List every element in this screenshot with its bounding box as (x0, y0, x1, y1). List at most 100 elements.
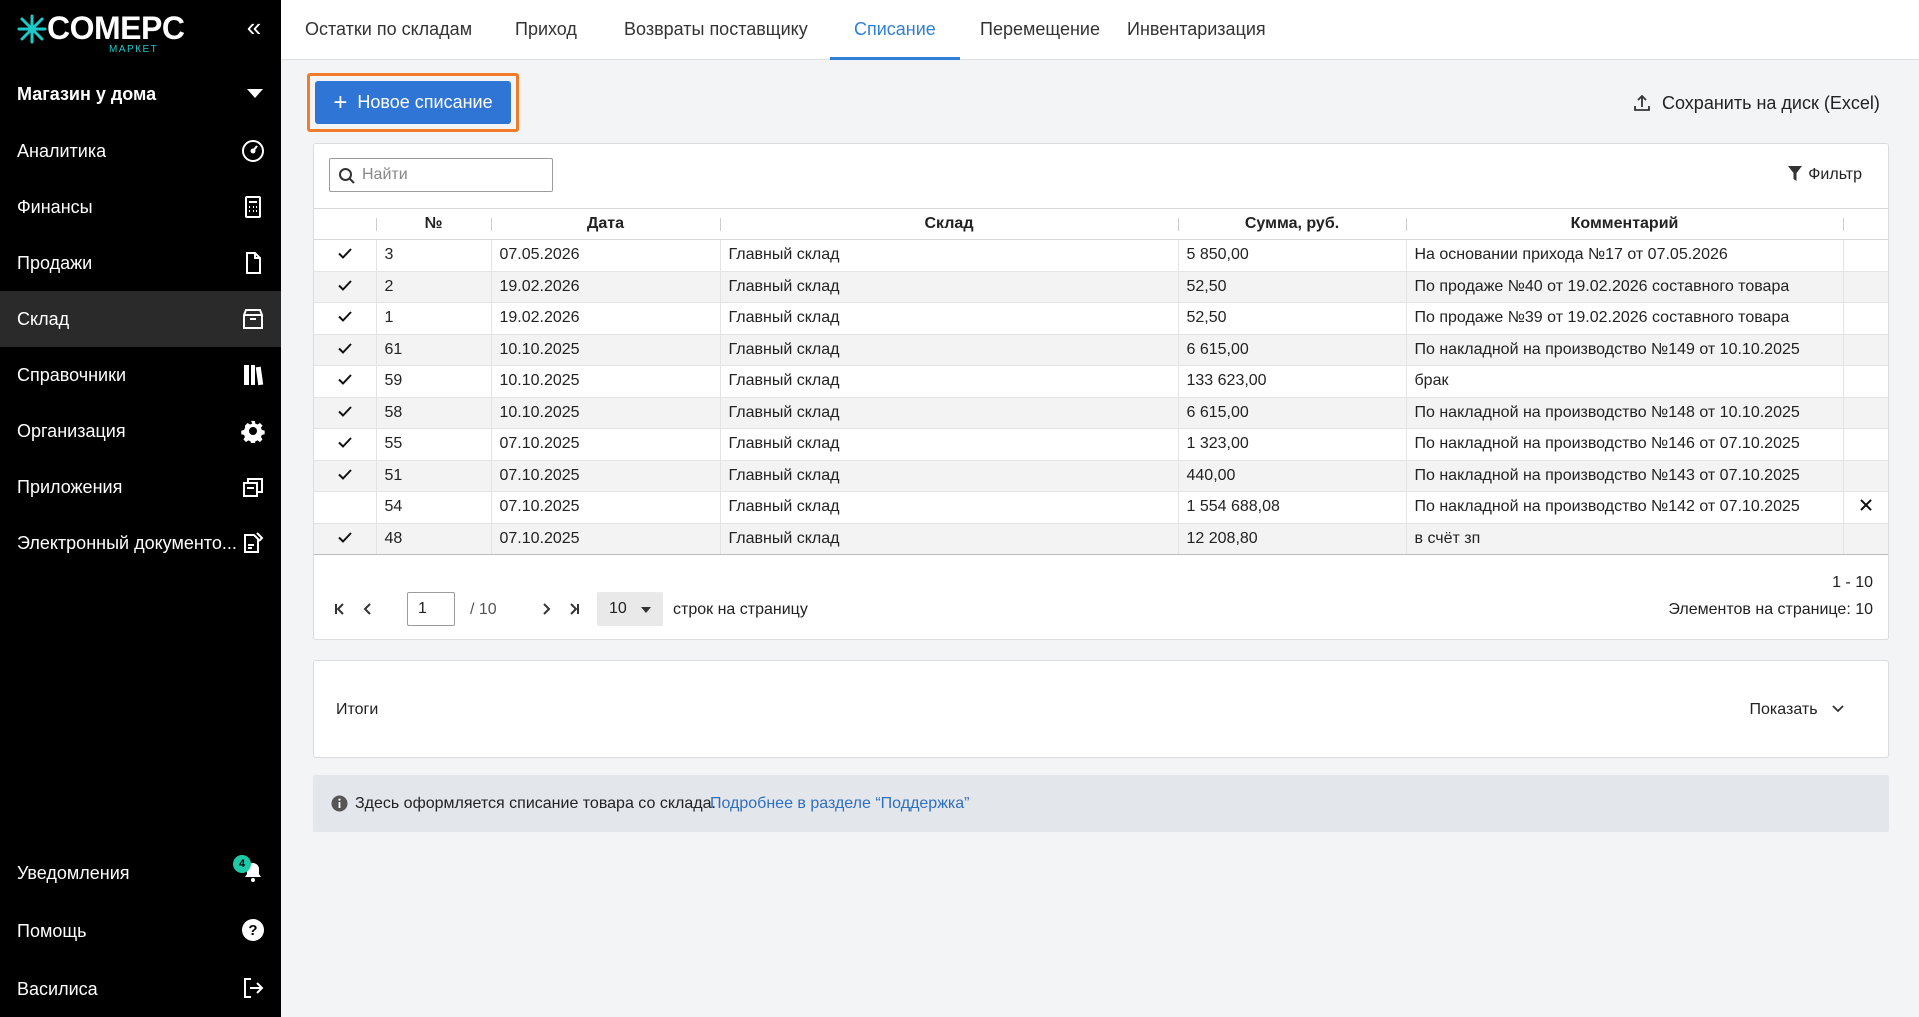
comment-cell: По накладной на производство №143 от 07.… (1406, 460, 1844, 492)
status-check-cell (314, 491, 377, 524)
sidebar-item-user[interactable]: Василиса (0, 960, 281, 1017)
sidebar-nav: Аналитика Финансы Продажи Склад Справочн… (0, 123, 281, 571)
number-cell: 54 (376, 491, 492, 524)
tab-stock-balances[interactable]: Остатки по складам (281, 0, 496, 60)
collapse-sidebar-button[interactable]: « (240, 14, 268, 42)
warehouse-cell: Главный склад (720, 428, 1179, 461)
sidebar-item-warehouse[interactable]: Склад (0, 291, 281, 347)
export-label: Сохранить на диск (Excel) (1662, 93, 1880, 113)
filter-button[interactable]: Фильтр (1788, 166, 1862, 184)
page-size-select[interactable]: 10 (597, 592, 663, 626)
tab-transfer[interactable]: Перемещение (956, 0, 1124, 60)
sidebar-item-finance[interactable]: Финансы (0, 179, 281, 235)
check-icon (338, 372, 352, 389)
table-row[interactable]: 54 07.10.2025 Главный склад 1 554 688,08 По … (314, 491, 1888, 524)
date-cell: 07.10.2025 (491, 428, 721, 461)
column-header-date[interactable]: Дата (491, 208, 720, 240)
sum-cell: 6 615,00 (1178, 397, 1407, 429)
write-off-table: № Дата Склад Сумма, руб. Комментарий 3 07… (314, 208, 1888, 555)
comment-cell: По накладной на производство №146 от 07.… (1406, 428, 1844, 461)
number-cell: 1 (376, 302, 492, 335)
document-icon (246, 252, 261, 274)
check-icon (338, 435, 352, 452)
date-cell: 07.05.2026 (491, 239, 721, 272)
store-selector[interactable]: Магазин у дома (0, 70, 281, 118)
table-row[interactable]: 61 10.10.2025 Главный склад 6 615,00 По накл… (314, 334, 1888, 366)
tab-receipts[interactable]: Приход (491, 0, 601, 60)
totals-panel: Итоги Показать (313, 660, 1889, 758)
table-row[interactable]: 55 07.10.2025 Главный склад 1 323,00 По накл… (314, 428, 1888, 461)
delete-cell[interactable] (1843, 491, 1888, 524)
search-input[interactable] (362, 159, 548, 191)
sidebar-item-organization[interactable]: Организация (0, 403, 281, 459)
funnel-icon (1788, 166, 1803, 181)
delete-cell (1843, 460, 1888, 492)
number-cell: 3 (376, 239, 492, 272)
new-write-off-button[interactable]: + Новое списание (315, 81, 511, 124)
caret-down-icon (247, 89, 263, 98)
column-header-sum[interactable]: Сумма, руб. (1178, 208, 1406, 240)
sum-cell: 52,50 (1178, 302, 1407, 335)
totals-show-button[interactable]: Показать (1750, 701, 1844, 719)
notification-count-badge: 4 (233, 855, 251, 873)
column-header-warehouse[interactable]: Склад (720, 208, 1178, 240)
warehouse-cell: Главный склад (720, 271, 1179, 303)
comment-cell: По накладной на производство №149 от 10.… (1406, 334, 1844, 366)
number-cell: 2 (376, 271, 492, 303)
page-number-input[interactable]: 1 (407, 592, 455, 626)
new-write-off-label: Новое списание (357, 92, 493, 112)
sidebar-item-edoc[interactable]: Электронный документо... (0, 515, 281, 571)
tab-inventory[interactable]: Инвентаризация (1103, 0, 1290, 60)
sidebar-item-label: Помощь (17, 921, 87, 941)
prev-page-icon[interactable] (360, 601, 376, 617)
comment-cell: По накладной на производство №148 от 10.… (1406, 397, 1844, 429)
sidebar-item-analytics[interactable]: Аналитика (0, 123, 281, 179)
status-check-cell (314, 271, 377, 303)
sidebar-item-sales[interactable]: Продажи (0, 235, 281, 291)
help-icon: ? (242, 919, 264, 941)
totals-show-label: Показать (1749, 701, 1818, 718)
upload-icon (1634, 94, 1650, 111)
delete-cell (1843, 523, 1888, 555)
chevron-down-icon (1832, 705, 1844, 713)
tab-supplier-returns[interactable]: Возвраты поставщику (600, 0, 832, 60)
comment-cell: брак (1406, 365, 1844, 398)
column-header-comment[interactable]: Комментарий (1406, 208, 1843, 240)
write-off-list-panel: Фильтр № Дата Склад Сумма, руб. Коммента… (313, 143, 1889, 640)
sidebar-item-help[interactable]: Помощь ? (0, 902, 281, 960)
table-row[interactable]: 59 10.10.2025 Главный склад 133 623,00 брак (314, 365, 1888, 398)
table-row[interactable]: 48 07.10.2025 Главный склад 12 208,80 в счёт… (314, 523, 1888, 555)
sidebar-item-directories[interactable]: Справочники (0, 347, 281, 403)
date-cell: 19.02.2026 (491, 302, 721, 335)
date-cell: 10.10.2025 (491, 365, 721, 398)
support-link[interactable]: Подробнее в разделе “Поддержка” (710, 795, 969, 813)
table-row[interactable]: 1 19.02.2026 Главный склад 52,50 По продаже … (314, 302, 1888, 335)
table-row[interactable]: 58 10.10.2025 Главный склад 6 615,00 По накл… (314, 397, 1888, 429)
first-page-icon[interactable] (332, 601, 348, 617)
column-header-actions (1843, 208, 1888, 240)
tab-write-off[interactable]: Списание (830, 0, 960, 60)
sum-cell: 52,50 (1178, 271, 1407, 303)
comment-cell: По продаже №40 от 19.02.2026 составного … (1406, 271, 1844, 303)
section-tabs: Остатки по складам Приход Возвраты поста… (281, 0, 1919, 60)
sidebar-item-label: Приложения (17, 477, 123, 497)
svg-text:?: ? (248, 922, 257, 939)
table-row[interactable]: 51 07.10.2025 Главный склад 440,00 По наклад… (314, 460, 1888, 492)
column-header-select (314, 208, 376, 240)
table-row[interactable]: 3 07.05.2026 Главный склад 5 850,00 На основ… (314, 239, 1888, 272)
last-page-icon[interactable] (566, 601, 582, 617)
pagination: 1 / 10 10 строк на страницу (314, 584, 1888, 634)
comment-cell: в счёт зп (1406, 523, 1844, 555)
table-header-row: № Дата Склад Сумма, руб. Комментарий (314, 208, 1888, 240)
comment-cell: По продаже №39 от 19.02.2026 составного … (1406, 302, 1844, 335)
info-text: Здесь оформляется списание товара со скл… (355, 795, 716, 812)
page-size-value: 10 (609, 600, 627, 617)
delete-icon[interactable] (1860, 498, 1872, 515)
column-header-number[interactable]: № (376, 208, 491, 240)
next-page-icon[interactable] (538, 601, 554, 617)
export-excel-button[interactable]: Сохранить на диск (Excel) (1632, 88, 1880, 118)
sidebar-item-label: Василиса (17, 979, 98, 999)
sidebar-item-notifications[interactable]: Уведомления 4 (0, 844, 281, 902)
table-row[interactable]: 2 19.02.2026 Главный склад 52,50 По продаже … (314, 271, 1888, 303)
sidebar-item-apps[interactable]: Приложения (0, 459, 281, 515)
